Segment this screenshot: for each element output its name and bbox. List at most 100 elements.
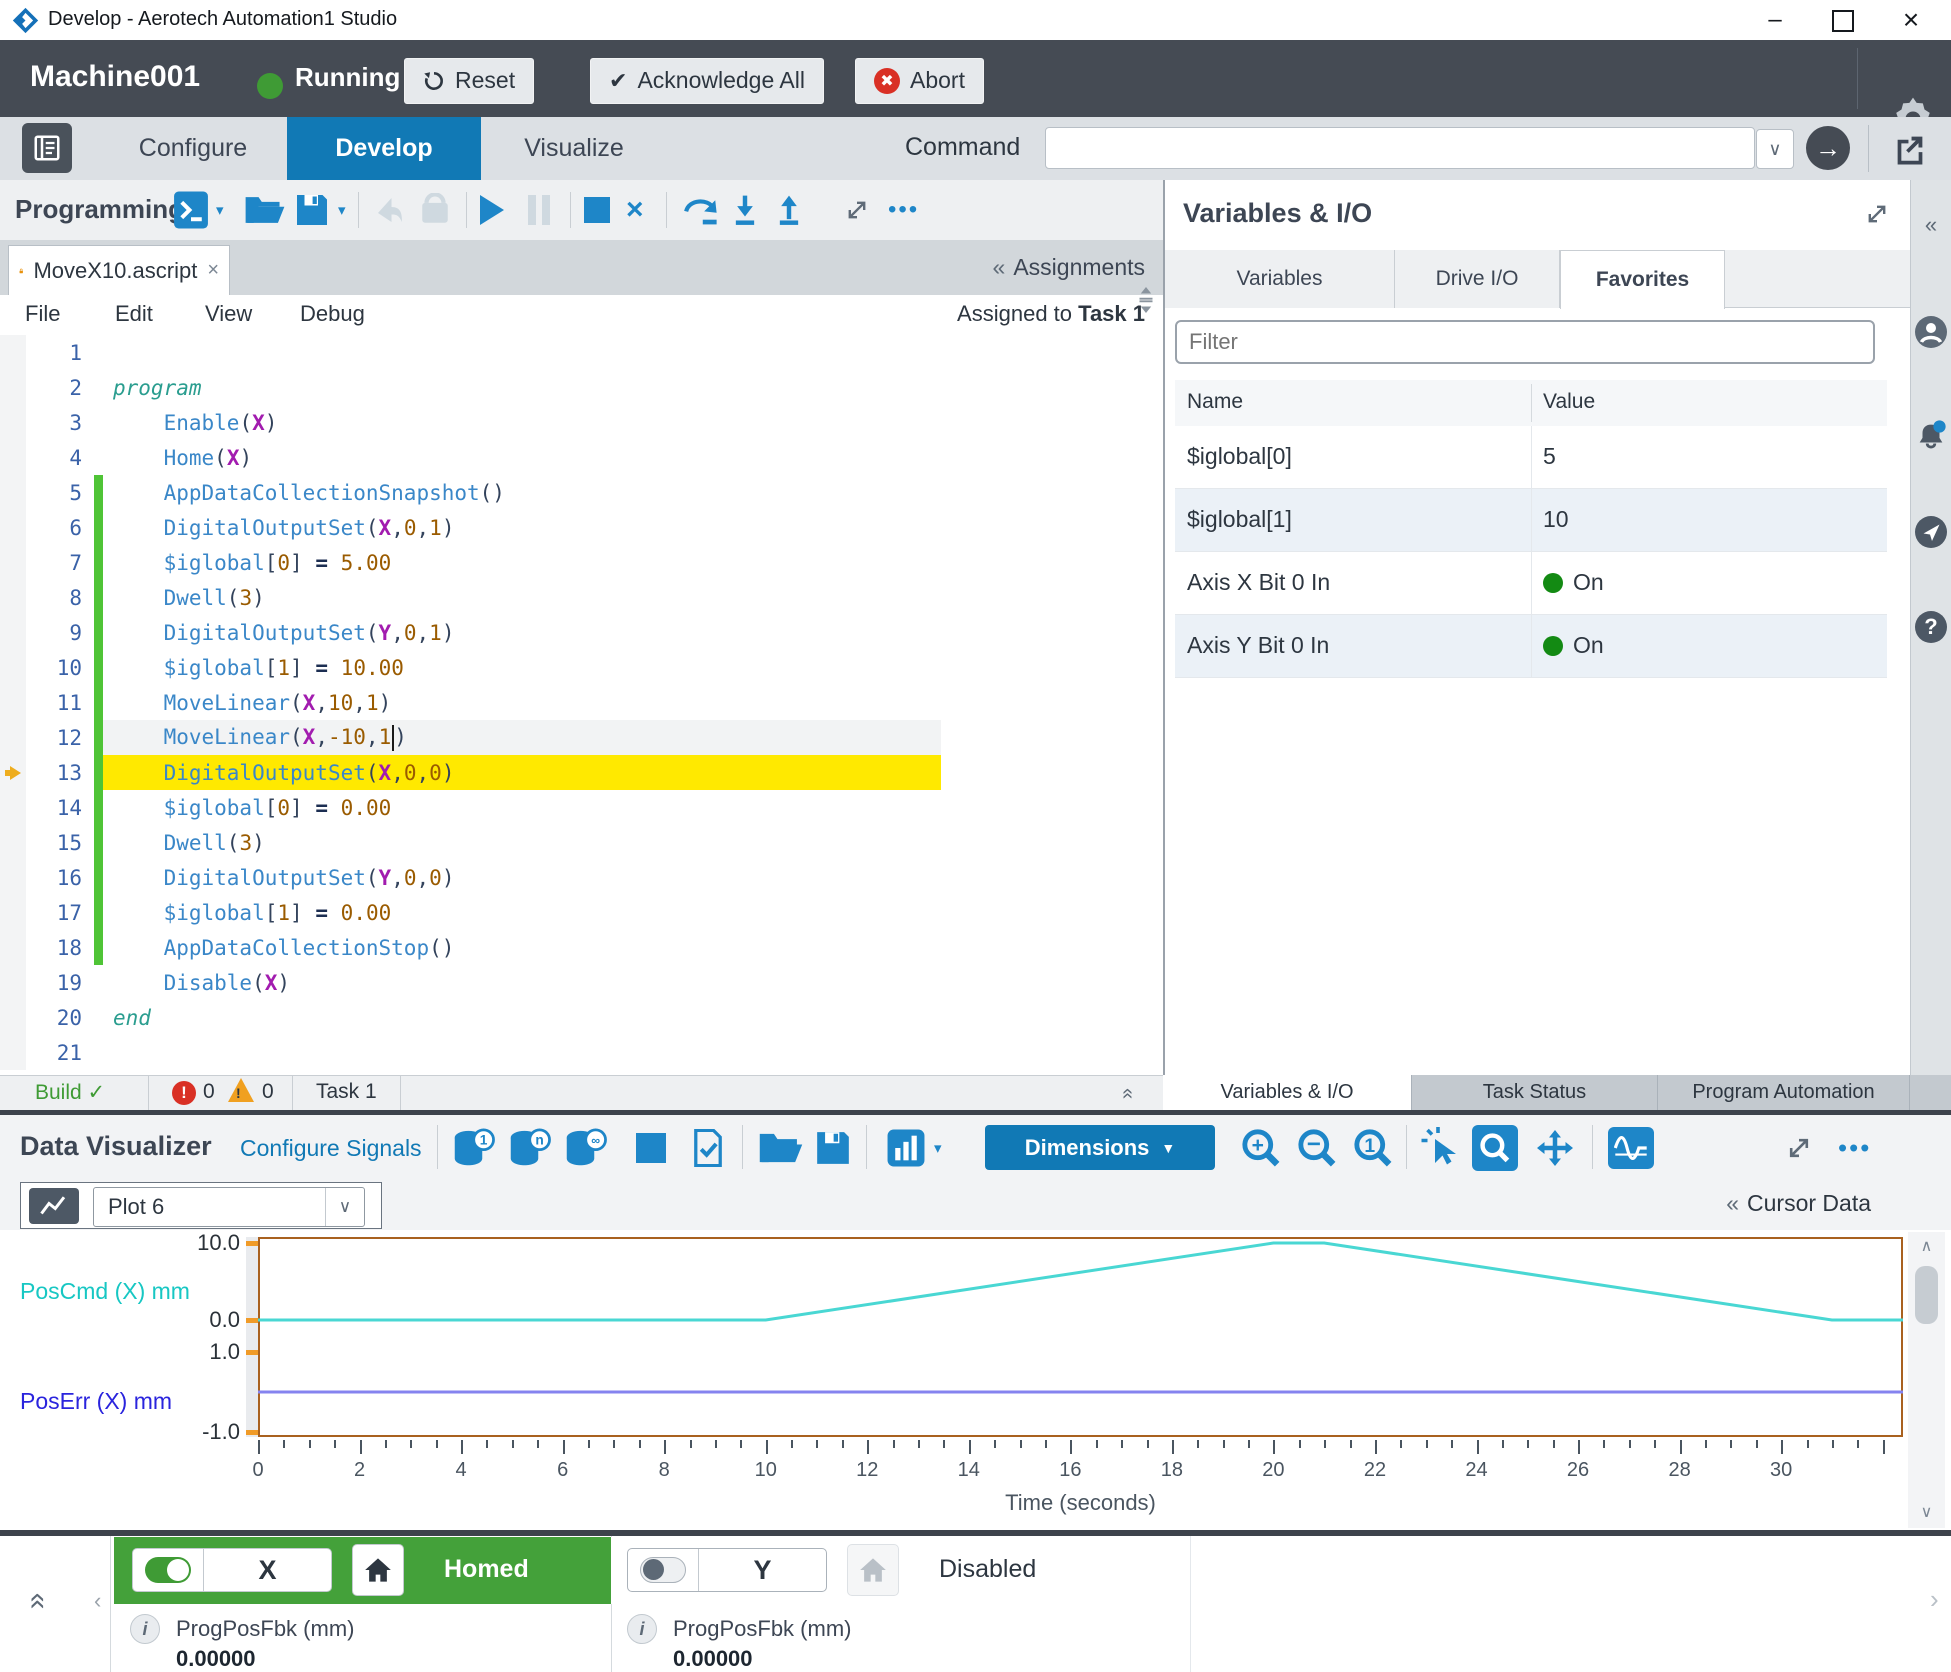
- scroll-up-icon[interactable]: ∧: [1908, 1232, 1945, 1262]
- breakpoint-margin[interactable]: [0, 790, 26, 825]
- axis-y-pill[interactable]: Y: [627, 1548, 827, 1592]
- tab-program-automation[interactable]: Program Automation: [1658, 1075, 1910, 1110]
- scrollbar-thumb[interactable]: [1915, 1266, 1938, 1324]
- breakpoint-margin[interactable]: [0, 755, 26, 790]
- notifications-bell-icon[interactable]: [1914, 418, 1948, 452]
- tab-drive-io[interactable]: Drive I/O: [1395, 250, 1560, 308]
- minimize-button[interactable]: –: [1752, 4, 1798, 36]
- command-input[interactable]: [1045, 127, 1755, 169]
- menu-edit[interactable]: Edit: [115, 301, 153, 327]
- cursor-data-toggle[interactable]: «Cursor Data: [1726, 1190, 1871, 1217]
- expand-visualizer-icon[interactable]: [1786, 1135, 1812, 1161]
- collapse-editor-icon[interactable]: «: [1116, 1088, 1139, 1099]
- open-file-icon[interactable]: [244, 193, 286, 227]
- zoom-in-icon[interactable]: +: [1240, 1127, 1282, 1169]
- record-once-icon[interactable]: 1: [452, 1128, 496, 1168]
- code-line[interactable]: 8 Dwell(3): [0, 580, 1163, 615]
- breakpoint-margin[interactable]: [0, 615, 26, 650]
- tab-variables-io[interactable]: Variables & I/O: [1163, 1075, 1412, 1110]
- breakpoint-margin[interactable]: [0, 405, 26, 440]
- breakpoint-margin[interactable]: [0, 475, 26, 510]
- stop-collection-icon[interactable]: [636, 1133, 666, 1163]
- code-line[interactable]: 10 $iglobal[1] = 10.00: [0, 650, 1163, 685]
- save-dropdown-icon[interactable]: ▾: [338, 201, 346, 219]
- breakpoint-margin[interactable]: [0, 930, 26, 965]
- info-icon[interactable]: i: [627, 1614, 657, 1644]
- collapse-strip-icon[interactable]: «: [1914, 208, 1948, 242]
- table-row[interactable]: Axis X Bit 0 InOn: [1175, 552, 1887, 615]
- code-line[interactable]: 11 MoveLinear(X,10,1): [0, 685, 1163, 720]
- column-value[interactable]: Value: [1543, 390, 1595, 414]
- tab-visualize[interactable]: Visualize: [481, 117, 667, 180]
- breakpoint-margin[interactable]: [0, 1000, 26, 1035]
- info-icon[interactable]: i: [130, 1614, 160, 1644]
- breakpoint-margin[interactable]: [0, 965, 26, 1000]
- axis-x-enable-toggle[interactable]: [145, 1557, 191, 1583]
- file-tab-close-icon[interactable]: ×: [207, 259, 219, 282]
- maximize-button[interactable]: [1820, 4, 1866, 36]
- new-script-dropdown-icon[interactable]: ▾: [216, 201, 224, 219]
- expand-axis-bar-icon[interactable]: «: [21, 1593, 55, 1610]
- breakpoint-margin[interactable]: [0, 650, 26, 685]
- zoom-reset-icon[interactable]: 1: [1352, 1127, 1394, 1169]
- run-icon[interactable]: [480, 195, 504, 225]
- new-script-icon[interactable]: [172, 190, 210, 230]
- expand-handle-icon[interactable]: ›: [1930, 1584, 1939, 1615]
- file-tab[interactable]: MoveX10.ascript ×: [8, 245, 230, 295]
- code-line[interactable]: 15 Dwell(3): [0, 825, 1163, 860]
- pan-tool-icon[interactable]: [1534, 1127, 1576, 1169]
- menu-icon[interactable]: [22, 123, 72, 173]
- assignments-toggle[interactable]: «Assignments: [993, 254, 1145, 281]
- tab-develop[interactable]: Develop: [287, 117, 481, 180]
- breakpoint-margin[interactable]: [0, 510, 26, 545]
- chart-type-icon[interactable]: [886, 1128, 926, 1168]
- splitter-grip-icon[interactable]: [1138, 287, 1154, 313]
- code-line[interactable]: 3 Enable(X): [0, 405, 1163, 440]
- help-icon[interactable]: ?: [1914, 610, 1948, 644]
- abort-button[interactable]: ✖ Abort: [855, 58, 984, 104]
- collection-check-icon[interactable]: [690, 1129, 726, 1167]
- code-line[interactable]: 14 $iglobal[0] = 0.00: [0, 790, 1163, 825]
- open-external-icon[interactable]: [1893, 132, 1927, 166]
- zoom-tool-icon[interactable]: [1472, 1125, 1518, 1171]
- plot-tab[interactable]: Plot 6 ∨: [20, 1182, 382, 1229]
- configure-signals-link[interactable]: Configure Signals: [240, 1135, 422, 1162]
- breakpoint-margin[interactable]: [0, 580, 26, 615]
- code-line[interactable]: 17 $iglobal[1] = 0.00: [0, 895, 1163, 930]
- command-run-button[interactable]: →: [1806, 126, 1850, 170]
- axis-x-home-button[interactable]: [352, 1544, 404, 1596]
- acknowledge-all-button[interactable]: ✔ Acknowledge All: [590, 58, 824, 104]
- breakpoint-margin[interactable]: [0, 825, 26, 860]
- navigation-icon[interactable]: [1914, 515, 1948, 549]
- filter-input[interactable]: [1175, 320, 1875, 364]
- dimensions-button[interactable]: Dimensions▼: [985, 1125, 1215, 1170]
- plot-selector-chevron-icon[interactable]: ∨: [325, 1188, 364, 1226]
- code-line[interactable]: 12 MoveLinear(X,-10,1): [0, 720, 1163, 755]
- plot-selector[interactable]: Plot 6 ∨: [93, 1187, 365, 1227]
- table-row[interactable]: Axis Y Bit 0 InOn: [1175, 615, 1887, 678]
- code-line[interactable]: 19 Disable(X): [0, 965, 1163, 1000]
- kill-task-icon[interactable]: ×: [626, 193, 644, 227]
- account-icon[interactable]: [1914, 315, 1948, 349]
- visualizer-more-icon[interactable]: •••: [1838, 1132, 1871, 1163]
- table-row[interactable]: $iglobal[1]10: [1175, 489, 1887, 552]
- close-button[interactable]: ×: [1888, 4, 1934, 36]
- code-line[interactable]: 13 DigitalOutputSet(X,0,0): [0, 755, 1163, 790]
- stop-icon[interactable]: [584, 197, 610, 223]
- plot-canvas[interactable]: [258, 1237, 1903, 1437]
- code-line[interactable]: 18 AppDataCollectionStop(): [0, 930, 1163, 965]
- code-line[interactable]: 1: [0, 335, 1163, 370]
- scroll-down-icon[interactable]: ∨: [1908, 1498, 1945, 1528]
- tab-task-status[interactable]: Task Status: [1412, 1075, 1658, 1110]
- record-continuous-icon[interactable]: ∞: [564, 1128, 608, 1168]
- open-plot-file-icon[interactable]: [758, 1130, 804, 1166]
- chart-scrollbar[interactable]: ∧ ∨: [1908, 1232, 1945, 1528]
- tab-configure[interactable]: Configure: [100, 117, 286, 180]
- tab-variables[interactable]: Variables: [1165, 250, 1395, 308]
- series-label-poserr[interactable]: PosErr (X) mm: [20, 1388, 172, 1415]
- code-line[interactable]: 21: [0, 1035, 1163, 1070]
- breakpoint-margin[interactable]: [0, 685, 26, 720]
- menu-debug[interactable]: Debug: [300, 301, 365, 327]
- reset-button[interactable]: Reset: [404, 58, 534, 104]
- code-line[interactable]: 5 AppDataCollectionSnapshot(): [0, 475, 1163, 510]
